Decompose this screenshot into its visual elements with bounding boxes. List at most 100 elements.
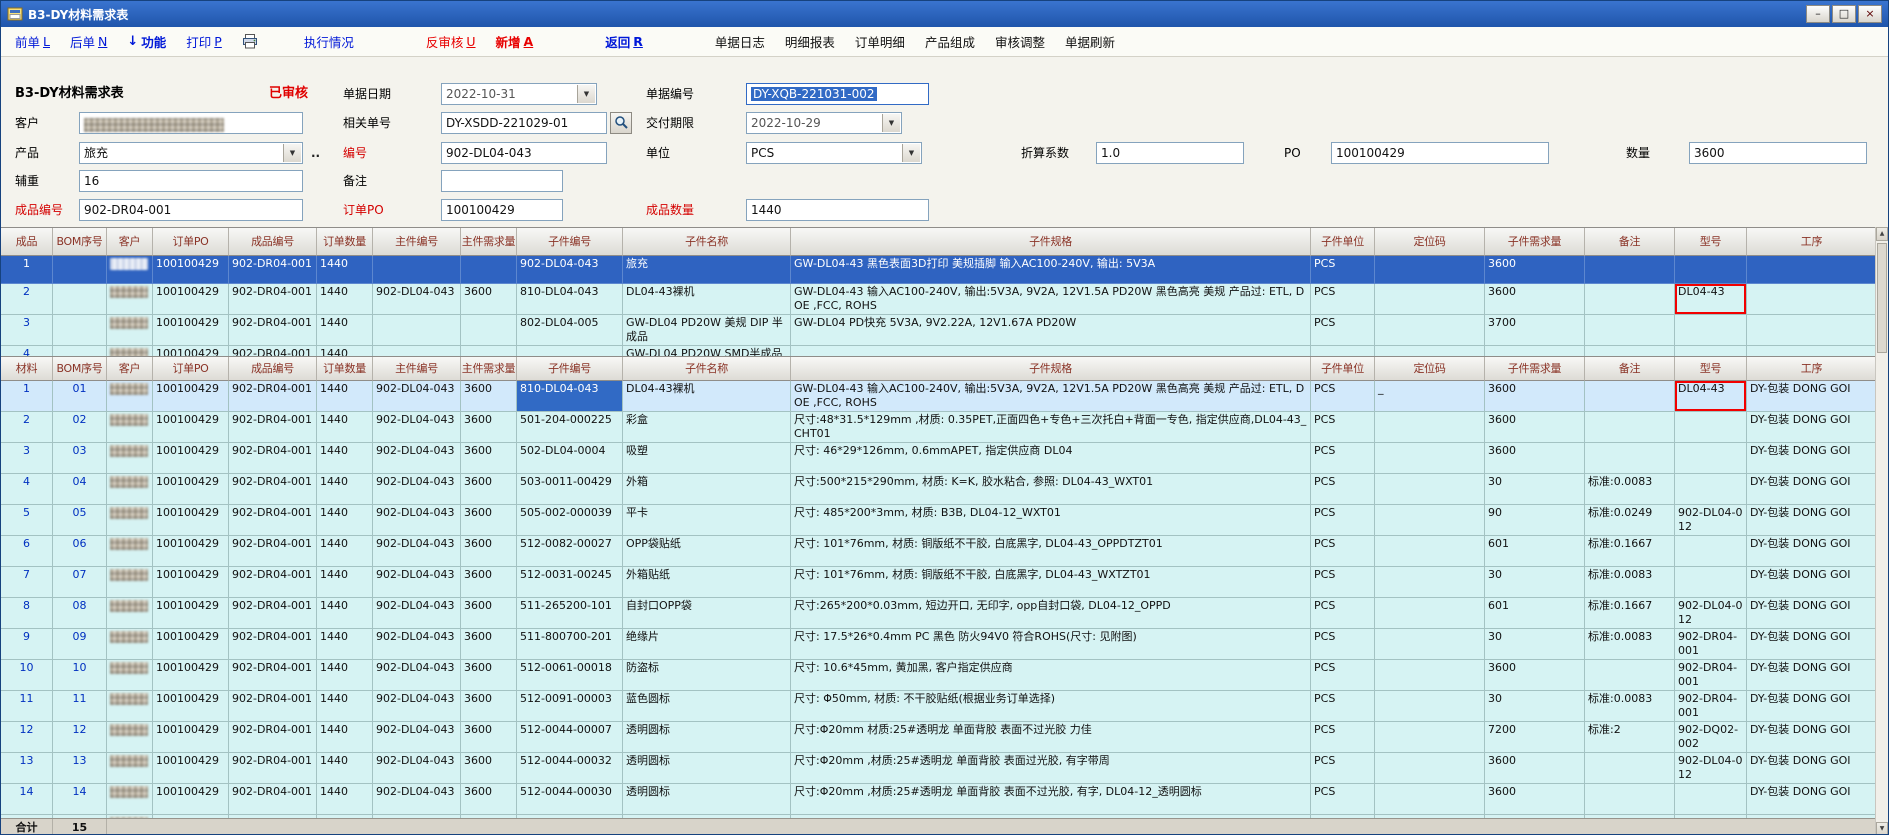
cell-unit[interactable]: PCS: [1311, 315, 1375, 346]
cell-bom[interactable]: 10: [53, 660, 107, 691]
return-button[interactable]: 返回R: [605, 32, 643, 51]
column-header-qty[interactable]: 订单数量: [317, 228, 373, 256]
customer-input[interactable]: [79, 112, 303, 134]
cell-po[interactable]: 100100429: [153, 753, 229, 784]
deadline-input[interactable]: 2022-10-29 ▼: [746, 112, 902, 134]
cell-spec[interactable]: 尺寸: 101*76mm, 材质: 铜版纸不干胶, 白底黑字, DL04-43_…: [791, 567, 1311, 598]
cell-num[interactable]: 1: [1, 256, 53, 284]
column-header-proc[interactable]: 工序: [1747, 357, 1877, 381]
cell-note[interactable]: 标准:0.0249: [1585, 505, 1675, 536]
cell-customer[interactable]: [107, 691, 153, 722]
cell-bom[interactable]: [53, 256, 107, 284]
cell-num[interactable]: 3: [1, 443, 53, 474]
table-row[interactable]: 1414100100429902-DR04-0011440902-DL04-04…: [1, 784, 1877, 815]
cell-qty[interactable]: 1440: [317, 443, 373, 474]
column-header-mainqty[interactable]: 主件需求量: [461, 228, 517, 256]
column-header-part[interactable]: 子件编号: [517, 228, 623, 256]
column-header-po[interactable]: 订单PO: [153, 357, 229, 381]
table-row[interactable]: 1111100100429902-DR04-0011440902-DL04-04…: [1, 691, 1877, 722]
calendar-dropdown-icon[interactable]: ▼: [882, 114, 900, 132]
cell-customer[interactable]: [107, 284, 153, 315]
cell-unit[interactable]: PCS: [1311, 505, 1375, 536]
cell-bom[interactable]: 11: [53, 691, 107, 722]
close-button[interactable]: ×: [1858, 5, 1882, 23]
table-row[interactable]: 2100100429902-DR04-0011440902-DL04-04336…: [1, 284, 1877, 315]
cell-loc[interactable]: [1375, 567, 1485, 598]
cell-loc[interactable]: [1375, 598, 1485, 629]
column-header-name[interactable]: 子件名称: [623, 357, 791, 381]
cell-proc[interactable]: [1747, 315, 1877, 346]
audit-adjust-button[interactable]: 审核调整: [995, 32, 1045, 51]
cell-fp[interactable]: 902-DR04-001: [229, 536, 317, 567]
cell-loc[interactable]: [1375, 536, 1485, 567]
minimize-button[interactable]: –: [1806, 5, 1830, 23]
column-header-po[interactable]: 订单PO: [153, 228, 229, 256]
print-button[interactable]: 打印P: [186, 32, 222, 51]
cell-name[interactable]: DL04-43裸机: [623, 381, 791, 412]
cell-note[interactable]: 标准:0.0083: [1585, 474, 1675, 505]
cell-part[interactable]: 512-0044-00007: [517, 722, 623, 753]
cell-name[interactable]: 透明圆标: [623, 722, 791, 753]
cell-customer[interactable]: [107, 567, 153, 598]
cell-bom[interactable]: 12: [53, 722, 107, 753]
cell-model[interactable]: 902-DR04-001: [1675, 629, 1747, 660]
cell-proc[interactable]: DY-包装 DONG GOI: [1747, 691, 1877, 722]
cell-name[interactable]: 旅充: [623, 256, 791, 284]
cell-num[interactable]: 9: [1, 629, 53, 660]
cell-qty[interactable]: 1440: [317, 722, 373, 753]
cell-req[interactable]: 30: [1485, 567, 1585, 598]
cell-note[interactable]: [1585, 381, 1675, 412]
cell-loc[interactable]: [1375, 443, 1485, 474]
table-row[interactable]: 1313100100429902-DR04-0011440902-DL04-04…: [1, 753, 1877, 784]
cell-po[interactable]: 100100429: [153, 629, 229, 660]
cell-loc[interactable]: [1375, 474, 1485, 505]
product-select[interactable]: 旅充 ▼: [79, 142, 303, 164]
cell-note[interactable]: [1585, 346, 1675, 356]
cell-proc[interactable]: DY-包装 DONG GOI: [1747, 474, 1877, 505]
cell-mainqty[interactable]: 3600: [461, 722, 517, 753]
column-header-unit[interactable]: 子件单位: [1311, 357, 1375, 381]
cell-num[interactable]: 4: [1, 346, 53, 356]
cell-name[interactable]: 防盗标: [623, 660, 791, 691]
table-row[interactable]: 1010100100429902-DR04-0011440902-DL04-04…: [1, 660, 1877, 691]
cell-fp[interactable]: 902-DR04-001: [229, 629, 317, 660]
cell-loc[interactable]: [1375, 629, 1485, 660]
cell-mainqty[interactable]: [461, 346, 517, 356]
cell-po[interactable]: 100100429: [153, 660, 229, 691]
cell-po[interactable]: 100100429: [153, 567, 229, 598]
table-row[interactable]: 1212100100429902-DR04-0011440902-DL04-04…: [1, 722, 1877, 753]
order-po-input[interactable]: 100100429: [441, 199, 563, 221]
execution-status-button[interactable]: 执行情况: [304, 32, 354, 51]
cell-part[interactable]: 512-0044-00032: [517, 753, 623, 784]
column-header-num[interactable]: 材料: [1, 357, 53, 381]
cell-note[interactable]: [1585, 315, 1675, 346]
cell-mainqty[interactable]: 3600: [461, 598, 517, 629]
cell-proc[interactable]: DY-包装 DONG GOI: [1747, 505, 1877, 536]
cell-main[interactable]: [373, 256, 461, 284]
unit-select[interactable]: PCS ▼: [746, 142, 922, 164]
doc-refresh-button[interactable]: 单据刷新: [1065, 32, 1115, 51]
table-row[interactable]: 101100100429902-DR04-0011440902-DL04-043…: [1, 381, 1877, 412]
cell-main[interactable]: 902-DL04-043: [373, 722, 461, 753]
cell-name[interactable]: 平卡: [623, 505, 791, 536]
add-new-button[interactable]: 新增A: [496, 32, 534, 51]
related-no-input[interactable]: DY-XSDD-221029-01: [441, 112, 607, 134]
cell-model[interactable]: 902-DL04-012: [1675, 598, 1747, 629]
cell-note[interactable]: [1585, 412, 1675, 443]
cell-loc[interactable]: [1375, 784, 1485, 815]
column-header-bom[interactable]: BOM序号: [53, 357, 107, 381]
cell-name[interactable]: OPP袋贴纸: [623, 536, 791, 567]
cell-customer[interactable]: [107, 536, 153, 567]
cell-qty[interactable]: 1440: [317, 474, 373, 505]
cell-num[interactable]: 2: [1, 284, 53, 315]
cell-proc[interactable]: DY-包装 DONG GOI: [1747, 567, 1877, 598]
cell-part[interactable]: 512-0091-00003: [517, 691, 623, 722]
cell-note[interactable]: [1585, 443, 1675, 474]
cell-name[interactable]: 透明圆标: [623, 753, 791, 784]
aux-input[interactable]: 16: [79, 170, 303, 192]
cell-spec[interactable]: 尺寸:265*200*0.03mm, 短边开口, 无印字, opp自封口袋, D…: [791, 598, 1311, 629]
cell-model[interactable]: [1675, 443, 1747, 474]
cell-fp[interactable]: 902-DR04-001: [229, 753, 317, 784]
cell-mainqty[interactable]: [461, 315, 517, 346]
cell-num[interactable]: 6: [1, 536, 53, 567]
